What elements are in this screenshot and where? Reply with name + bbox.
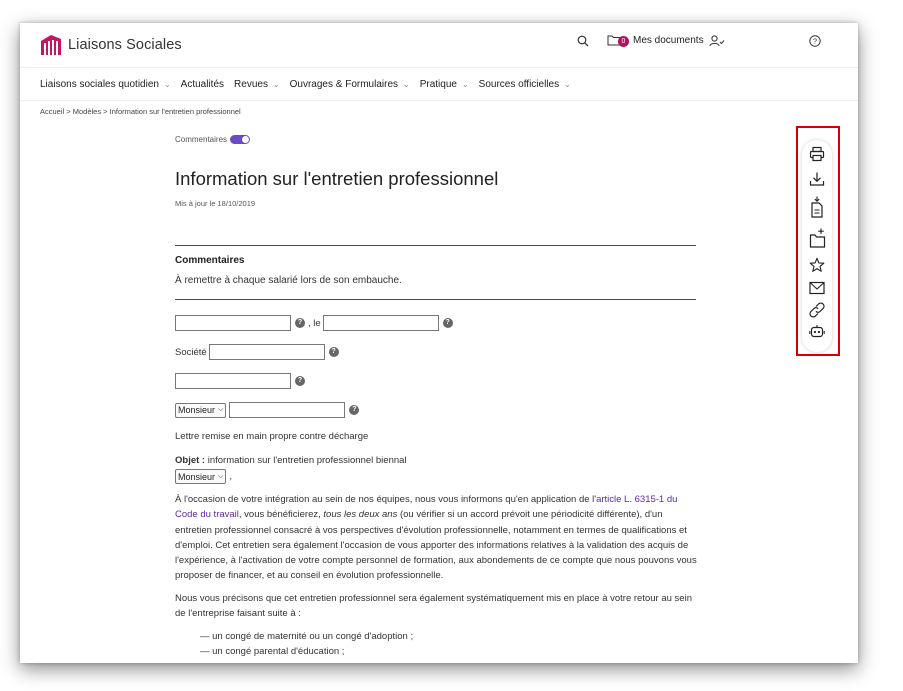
help-question-icon[interactable]: ?	[349, 405, 360, 415]
objet-text: information sur l'entretien professionne…	[205, 455, 407, 466]
paragraph-emphasis: tous les deux ans	[323, 509, 398, 521]
nav-item-actualites[interactable]: Actualités	[181, 79, 224, 90]
form-row-address: ?	[175, 373, 305, 389]
chevron-down-icon: ⌄	[272, 79, 280, 89]
recipient-name-field[interactable]	[229, 402, 346, 418]
objet-label: Objet :	[175, 455, 206, 466]
help-icon: ?	[809, 35, 821, 47]
chevron-down-icon: ⌄	[461, 79, 469, 89]
nav-item-label: Pratique	[419, 78, 457, 90]
chevron-down-icon: ⌵	[218, 406, 224, 413]
toggle-switch[interactable]	[230, 135, 251, 144]
breadcrumb[interactable]: Accueil > Modèles > Information sur l'en…	[40, 107, 241, 116]
form-row-place-date: ? , le ?	[175, 315, 453, 331]
form-row-societe: Société ?	[175, 344, 339, 360]
chevron-down-icon: ⌄	[564, 79, 571, 89]
help-question-icon[interactable]: ?	[442, 318, 453, 328]
comments-heading: Commentaires	[175, 255, 245, 266]
comments-toggle[interactable]: Commentaires	[175, 135, 251, 144]
comments-toggle-label: Commentaires	[175, 135, 228, 144]
search-icon	[577, 35, 589, 47]
delivery-note: Lettre remise en main propre contre déch…	[175, 431, 369, 442]
societe-field[interactable]	[208, 344, 325, 360]
nav-item-label: Actualités	[180, 78, 225, 90]
objet-line: Objet : information sur l'entretien prof…	[175, 455, 407, 466]
logo-icon	[41, 35, 61, 55]
nav-item-sources-officielles[interactable]: Sources officielles ⌄	[479, 79, 571, 90]
paragraph-text: À l'occasion de votre intégration au sei…	[175, 494, 597, 505]
date-separator: , le	[308, 317, 321, 329]
salutation-value: Monsieur	[178, 471, 216, 482]
help-question-icon[interactable]: ?	[295, 376, 305, 386]
civility-value: Monsieur	[178, 405, 216, 415]
page-title: Information sur l'entretien professionne…	[175, 168, 499, 189]
chevron-down-icon: ⌵	[218, 472, 224, 480]
browser-page: Liaisons Sociales 0 Mes documents ? Liai…	[20, 23, 858, 663]
updated-date: Mis à jour le 18/10/2019	[175, 199, 256, 208]
my-documents-button[interactable]: 0 Mes documents	[607, 35, 704, 47]
brand-name: Liaisons Sociales	[68, 37, 182, 53]
list-item: — un congé parental d'éducation ;	[200, 646, 345, 657]
form-row-salutation: Monsieur ⌵ ,	[175, 469, 232, 484]
societe-label: Société	[175, 346, 207, 358]
chevron-down-icon: ⌄	[403, 79, 410, 89]
nav-item-pratique[interactable]: Pratique ⌄	[420, 79, 469, 90]
place-field[interactable]	[175, 315, 291, 331]
nav-item-label: Ouvrages & Formulaires	[289, 78, 399, 90]
top-bar: Liaisons Sociales 0 Mes documents ?	[20, 23, 858, 67]
nav-item-label: Revues	[234, 78, 268, 90]
address-field[interactable]	[175, 373, 291, 389]
account-button[interactable]	[709, 35, 725, 47]
paragraph-return: Nous vous précisons que cet entretien pr…	[175, 593, 692, 620]
section-divider	[175, 299, 696, 300]
nav-item-ouvrages-formulaires[interactable]: Ouvrages & Formulaires ⌄	[290, 79, 410, 90]
help-question-icon[interactable]: ?	[295, 318, 305, 328]
salutation-select[interactable]: Monsieur ⌵	[175, 469, 227, 484]
my-documents-label: Mes documents	[633, 35, 704, 46]
paragraph-intro: À l'occasion de votre intégration au sei…	[175, 492, 700, 584]
brand-logo[interactable]: Liaisons Sociales	[39, 33, 182, 57]
nav-item-label: Liaisons sociales quotidien	[40, 78, 159, 90]
paragraph-text: , vous bénéficierez,	[238, 509, 324, 521]
list-item: — un congé de maternité ou un congé d'ad…	[200, 631, 414, 642]
nav-item-revues[interactable]: Revues ⌄	[234, 79, 280, 90]
date-field[interactable]	[322, 315, 439, 331]
user-check-icon	[709, 35, 725, 47]
salutation-comma: ,	[229, 471, 232, 482]
civility-select[interactable]: Monsieur ⌵	[175, 402, 227, 418]
form-row-recipient: Monsieur ⌵ ?	[175, 402, 360, 418]
nav-item-label: Sources officielles	[478, 78, 560, 90]
comments-text: À remettre à chaque salarié lors de son …	[175, 275, 402, 286]
main-nav: Liaisons sociales quotidien ⌄ Actualités …	[20, 67, 858, 101]
section-divider	[175, 245, 696, 246]
help-button[interactable]: ?	[809, 35, 821, 47]
search-button[interactable]	[577, 35, 589, 47]
svg-text:?: ?	[813, 37, 817, 46]
chevron-down-icon: ⌄	[163, 79, 171, 89]
nav-item-liaisons-sociales-quotidien[interactable]: Liaisons sociales quotidien ⌄	[40, 79, 171, 90]
documents-count-badge: 0	[618, 36, 629, 47]
help-question-icon[interactable]: ?	[328, 347, 339, 357]
toolbar-highlight-box	[796, 126, 840, 356]
